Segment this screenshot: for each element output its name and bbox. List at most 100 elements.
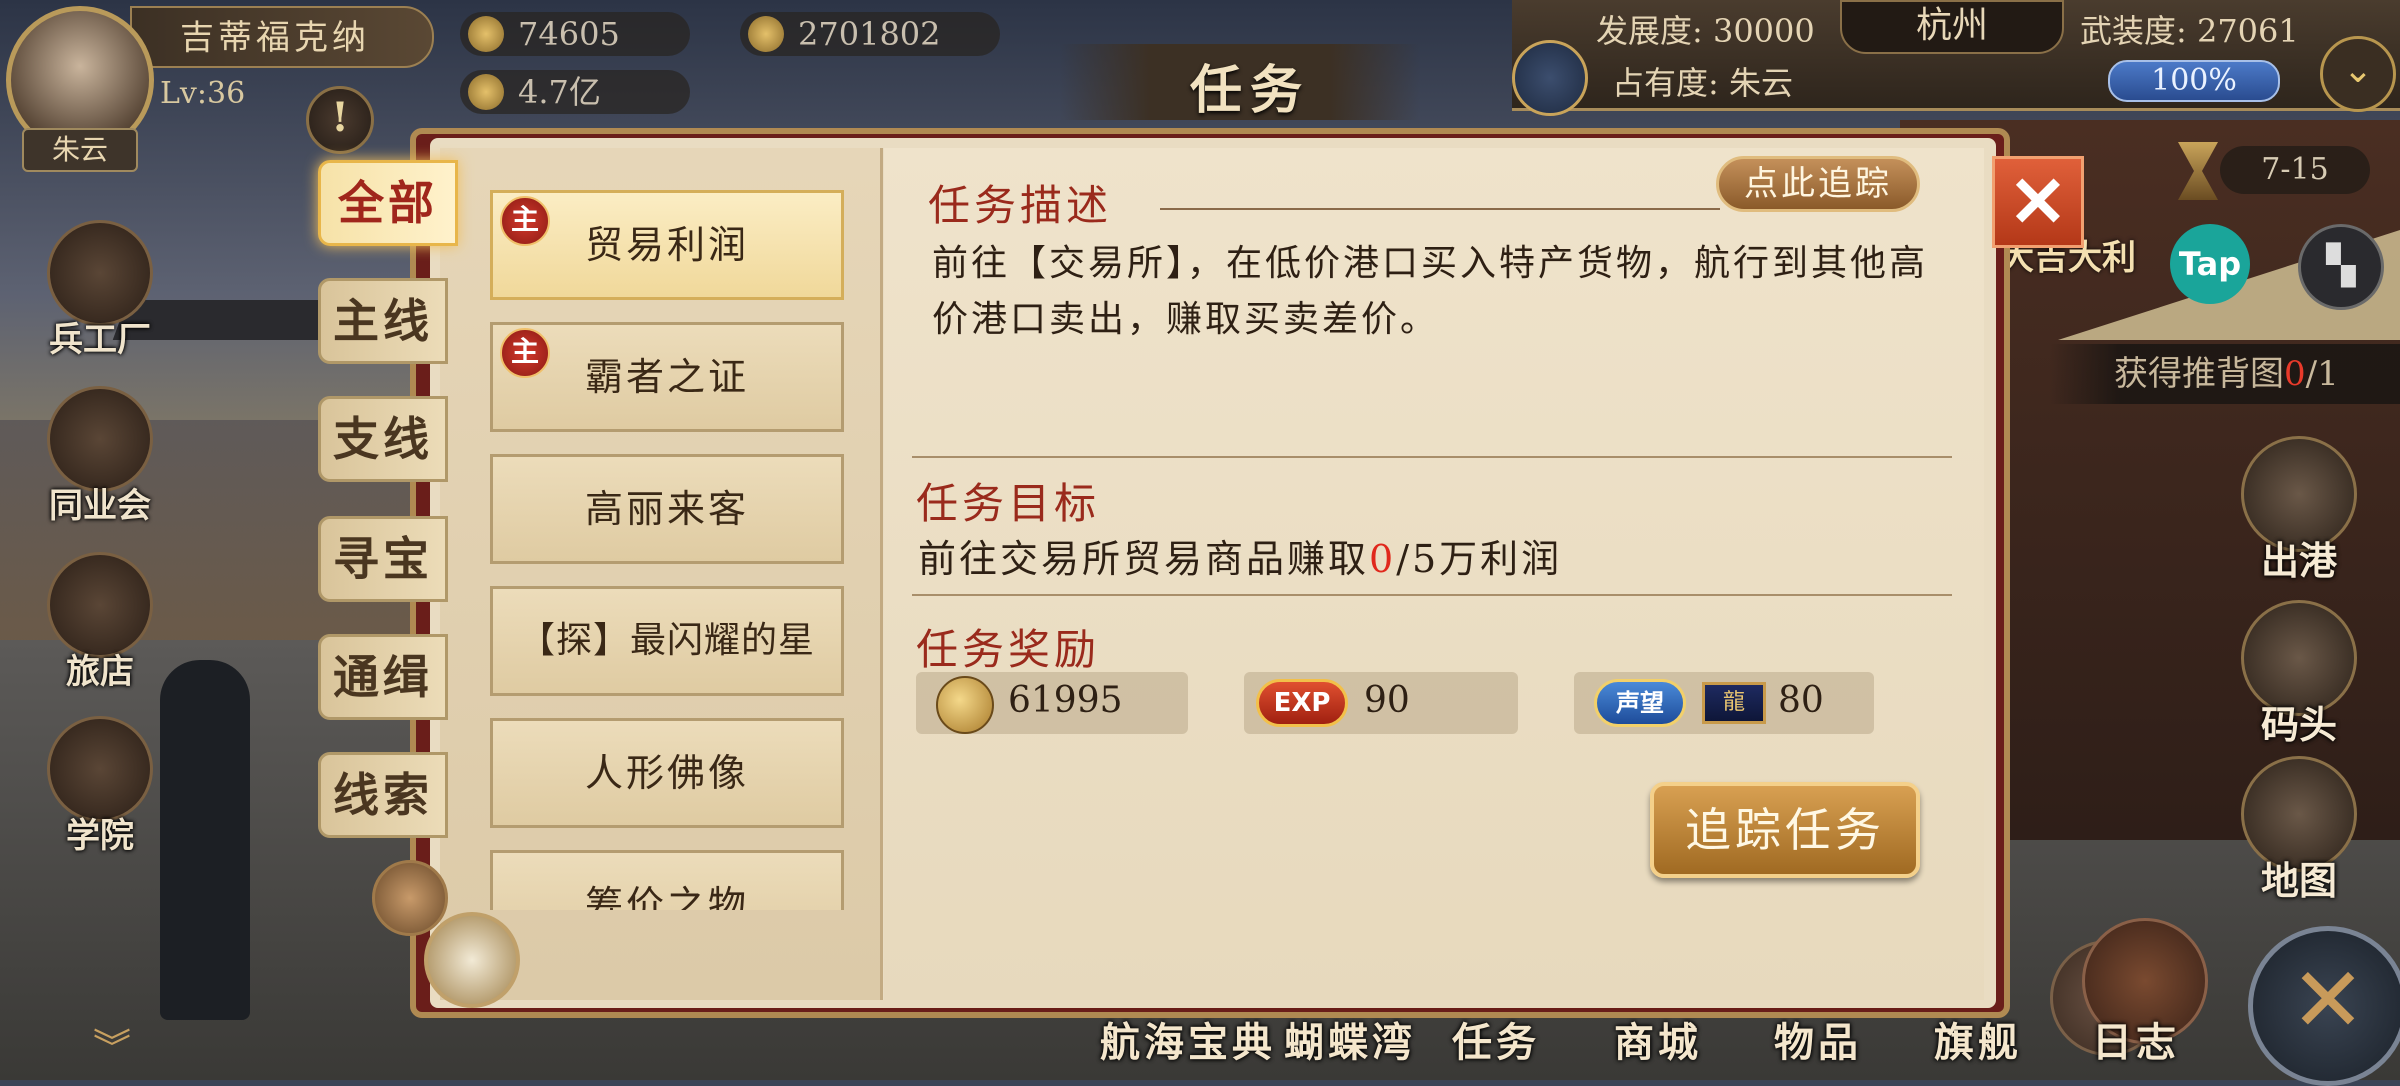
side-button-label: 兵工厂 xyxy=(49,320,151,360)
main-quest-badge: 主 xyxy=(500,196,550,246)
bottom-item-guide[interactable]: 航海宝典 xyxy=(1100,1010,1276,1068)
tap-button[interactable]: Tap xyxy=(2170,224,2250,304)
quest-item-brightest-star[interactable]: 【探】最闪耀的星 xyxy=(490,586,844,696)
bottom-item-quests[interactable]: 任务 xyxy=(1452,1010,1540,1068)
right-button-depart[interactable]: 出港 xyxy=(2234,436,2364,585)
quest-description: 前往【交易所】，在低价港口买入特产货物，航行到其他高价港口卖出，赚取买卖差价。 xyxy=(932,243,1929,340)
player-level: Lv:36 xyxy=(160,76,246,111)
anchor-shield-icon xyxy=(47,386,153,492)
divider xyxy=(912,456,1952,458)
goal-title: 任务目标 xyxy=(916,479,1101,528)
tab-all[interactable]: 全部 xyxy=(318,160,458,246)
exp-icon: EXP xyxy=(1256,679,1348,727)
divider xyxy=(1160,208,1720,210)
divider xyxy=(912,594,1952,596)
close-icon[interactable]: ✕ xyxy=(1992,156,2084,248)
treasure-label: 获得推背图 xyxy=(2114,354,2284,394)
right-button-label: 码头 xyxy=(2260,702,2337,747)
side-button-arsenal[interactable]: 兵工厂 xyxy=(40,220,160,361)
quest-title: 贸易利润 xyxy=(584,223,749,267)
track-quest-button[interactable]: 追踪任务 xyxy=(1650,782,1920,878)
side-button-label: 学院 xyxy=(66,816,134,856)
dragon-emblem-icon xyxy=(1512,40,1588,116)
alert-icon[interactable]: ! xyxy=(306,86,374,154)
book-icon xyxy=(47,716,153,822)
bottom-menu: 航海宝典 蝴蝶湾 任务 商城 物品 旗舰 日志 xyxy=(1100,918,2300,1080)
timer-value: 7-15 xyxy=(2220,146,2370,194)
right-button-label: 出港 xyxy=(2260,538,2337,583)
player-tag: 朱云 xyxy=(22,128,138,172)
goal-text: 前往交易所贸易商品赚取 xyxy=(918,537,1370,581)
goal-target: /5万利润 xyxy=(1396,537,1563,581)
bottom-item-butterfly-bay[interactable]: 蝴蝶湾 xyxy=(1284,1010,1416,1068)
coin-resource: 4.7亿 xyxy=(460,70,690,114)
swords-resource: 74605 xyxy=(460,12,690,56)
npc-figure xyxy=(160,660,250,1020)
chevron-down-icon[interactable]: ⌄ xyxy=(2320,36,2396,112)
quest-title: 筹价之物 xyxy=(584,883,749,910)
page-title: 任务 xyxy=(1190,60,1311,121)
bottom-item-log[interactable]: 日志 xyxy=(2092,1010,2180,1068)
reward-reputation: 声望 龍 80 xyxy=(1574,672,1874,734)
grid-menu-icon[interactable]: ▚ xyxy=(2298,224,2384,310)
coin-stack-icon xyxy=(372,860,448,936)
double-chevron-down-icon[interactable]: ︾ xyxy=(84,1028,140,1068)
coin-value: 4.7亿 xyxy=(518,73,601,111)
tab-wanted[interactable]: 通缉 xyxy=(318,634,448,720)
side-button-label: 旅店 xyxy=(66,652,134,692)
right-button-map[interactable]: 地图 xyxy=(2234,756,2364,905)
reward-exp: EXP 90 xyxy=(1244,672,1518,734)
tab-main[interactable]: 主线 xyxy=(318,278,448,364)
bottom-item-shop[interactable]: 商城 xyxy=(1614,1010,1702,1068)
desc-title: 任务描述 xyxy=(928,181,1113,230)
side-button-inn[interactable]: 旅店 xyxy=(40,552,160,693)
goal-progress: 0 xyxy=(1369,537,1397,581)
bottom-item-items[interactable]: 物品 xyxy=(1774,1010,1862,1068)
track-here-button[interactable]: 点此追踪 xyxy=(1716,156,1920,212)
compass-icon[interactable] xyxy=(424,912,520,1008)
dragon-flag-icon: 龍 xyxy=(1702,682,1766,724)
quest-item-goryeo-guest[interactable]: 高丽来客 xyxy=(490,454,844,564)
cannon-icon xyxy=(47,220,153,326)
treasure-count: 0 xyxy=(2284,354,2306,394)
crossed-swords-icon xyxy=(468,16,504,52)
bottom-item-flagship[interactable]: 旗舰 xyxy=(1934,1010,2022,1068)
occupancy-percent: 100% xyxy=(2108,60,2280,102)
main-quest-badge: 主 xyxy=(500,328,550,378)
side-button-guild[interactable]: 同业会 xyxy=(40,386,160,527)
quest-title: 【探】最闪耀的星 xyxy=(518,620,815,661)
treasure-total: /1 xyxy=(2305,354,2339,394)
side-button-label: 同业会 xyxy=(49,486,151,526)
tab-clues[interactable]: 线索 xyxy=(318,752,448,838)
armament-stat: 武装度: 27061 xyxy=(2080,12,2299,50)
right-button-dock[interactable]: 码头 xyxy=(2234,600,2364,749)
quest-title: 人形佛像 xyxy=(584,751,749,795)
right-button-label: 地图 xyxy=(2260,858,2337,903)
reward-rep-value: 80 xyxy=(1778,680,1824,721)
reward-coin-value: 61995 xyxy=(1008,680,1123,721)
quest-title: 霸者之证 xyxy=(584,355,749,399)
side-button-academy[interactable]: 学院 xyxy=(40,716,160,857)
quest-item-buddha-statue[interactable]: 人形佛像 xyxy=(490,718,844,828)
coin-icon xyxy=(936,676,994,734)
quest-title: 高丽来客 xyxy=(584,487,749,531)
reward-exp-value: 90 xyxy=(1364,680,1410,721)
quest-list: 贸易利润 霸者之证 高丽来客 【探】最闪耀的星 人形佛像 筹价之物 xyxy=(490,140,844,910)
reward-title: 任务奖励 xyxy=(916,625,1101,674)
handshake-value: 2701802 xyxy=(798,15,941,53)
tab-side[interactable]: 支线 xyxy=(318,396,448,482)
quest-goal: 前往交易所贸易商品赚取0/5万利润 xyxy=(918,528,1562,583)
tab-treasure[interactable]: 寻宝 xyxy=(318,516,448,602)
coin-icon xyxy=(468,74,504,110)
bed-icon xyxy=(47,552,153,658)
development-stat: 发展度: 30000 xyxy=(1596,12,1815,50)
handshake-resource: 2701802 xyxy=(740,12,1000,56)
quest-item-partial[interactable]: 筹价之物 xyxy=(490,850,844,910)
swords-value: 74605 xyxy=(518,15,620,53)
player-name: 吉蒂福克纳 xyxy=(180,18,370,58)
handshake-icon xyxy=(748,16,784,52)
city-name[interactable]: 杭州 xyxy=(1840,0,2064,54)
treasure-progress: 获得推背图0/1 xyxy=(2050,344,2400,404)
reputation-icon: 声望 xyxy=(1594,679,1686,727)
occupancy-stat: 占有度: 朱云 xyxy=(1612,64,1793,102)
